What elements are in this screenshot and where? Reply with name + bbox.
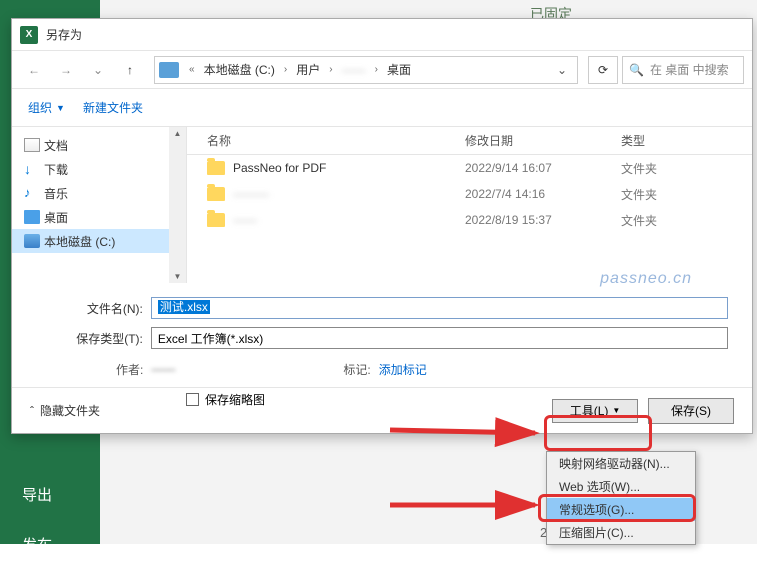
back-button[interactable]: ← bbox=[20, 56, 48, 84]
save-button[interactable]: 保存(S) bbox=[648, 398, 734, 424]
sidebar-item-desktop[interactable]: 桌面 bbox=[12, 205, 186, 229]
organize-button[interactable]: 组织 ▼ bbox=[28, 99, 65, 116]
nav-send[interactable]: 发布 bbox=[0, 520, 100, 569]
file-list: 名称 修改日期 类型 PassNeo for PDF 2022/9/14 16:… bbox=[187, 127, 752, 283]
chevron-icon[interactable]: › bbox=[280, 64, 291, 75]
bc-drive[interactable]: 本地磁盘 (C:) bbox=[201, 61, 278, 78]
col-type[interactable]: 类型 bbox=[621, 132, 752, 149]
music-icon: ♪ bbox=[24, 186, 40, 200]
bc-desktop[interactable]: 桌面 bbox=[384, 61, 414, 78]
search-icon: 🔍 bbox=[629, 63, 644, 77]
excel-icon: X bbox=[20, 26, 38, 44]
add-tag-link[interactable]: 添加标记 bbox=[379, 361, 427, 378]
chevron-icon[interactable]: › bbox=[325, 64, 336, 75]
sidebar-scrollbar[interactable]: ▲▼ bbox=[169, 127, 186, 283]
col-date[interactable]: 修改日期 bbox=[465, 132, 621, 149]
desktop-icon bbox=[24, 210, 40, 224]
breadcrumb-dropdown[interactable]: ⌄ bbox=[551, 63, 573, 77]
menu-web-options[interactable]: Web 选项(W)... bbox=[547, 475, 695, 498]
nav-export[interactable]: 导出 bbox=[0, 470, 100, 519]
tag-label: 标记: bbox=[343, 361, 370, 378]
sidebar-item-music[interactable]: ♪音乐 bbox=[12, 181, 186, 205]
author-label: 作者: bbox=[116, 361, 143, 378]
filename-label: 文件名(N): bbox=[36, 300, 143, 317]
folder-icon bbox=[207, 161, 225, 175]
menu-compress-pictures[interactable]: 压缩图片(C)... bbox=[547, 521, 695, 544]
col-name[interactable]: 名称 bbox=[187, 132, 465, 149]
tools-button[interactable]: 工具(L) ▼ bbox=[552, 399, 638, 423]
bc-users[interactable]: 用户 bbox=[293, 61, 323, 78]
search-placeholder: 在 桌面 中搜索 bbox=[650, 61, 729, 78]
bc-user-blur[interactable]: —— bbox=[339, 63, 369, 77]
menu-general-options[interactable]: 常规选项(G)... bbox=[547, 498, 695, 521]
sidebar-item-downloads[interactable]: ↓下载 bbox=[12, 157, 186, 181]
drive-icon bbox=[159, 62, 179, 78]
titlebar: X 另存为 bbox=[12, 19, 752, 51]
hide-folders-toggle[interactable]: ˆ隐藏文件夹 bbox=[30, 402, 100, 419]
document-icon bbox=[24, 138, 40, 152]
tools-dropdown: 映射网络驱动器(N)... Web 选项(W)... 常规选项(G)... 压缩… bbox=[546, 451, 696, 545]
search-input[interactable]: 🔍 在 桌面 中搜索 bbox=[622, 56, 744, 84]
navbar: ← → ⌄ ↑ « 本地磁盘 (C:) › 用户 › —— › 桌面 ⌄ ⟳ 🔍… bbox=[12, 51, 752, 89]
save-as-dialog: X 另存为 ← → ⌄ ↑ « 本地磁盘 (C:) › 用户 › —— › 桌面… bbox=[11, 18, 753, 434]
filetype-select[interactable]: Excel 工作簿(*.xlsx) bbox=[151, 327, 728, 349]
file-row[interactable]: —— 2022/8/19 15:37 文件夹 bbox=[187, 207, 752, 233]
chevron-icon[interactable]: › bbox=[371, 64, 382, 75]
toolbar: 组织 ▼ 新建文件夹 bbox=[12, 89, 752, 127]
download-icon: ↓ bbox=[24, 162, 40, 176]
filename-input[interactable]: 测试.xlsx bbox=[151, 297, 728, 319]
filetype-label: 保存类型(T): bbox=[36, 330, 143, 347]
new-folder-button[interactable]: 新建文件夹 bbox=[83, 99, 143, 116]
sidebar-item-drive-c[interactable]: 本地磁盘 (C:) bbox=[12, 229, 186, 253]
up-button[interactable]: ↑ bbox=[116, 56, 144, 84]
folder-icon bbox=[207, 187, 225, 201]
breadcrumb[interactable]: « 本地磁盘 (C:) › 用户 › —— › 桌面 ⌄ bbox=[154, 56, 578, 84]
collapse-icon: ˆ bbox=[30, 404, 34, 418]
forward-button: → bbox=[52, 56, 80, 84]
sidebar-item-documents[interactable]: 文档 bbox=[12, 133, 186, 157]
refresh-button[interactable]: ⟳ bbox=[588, 56, 618, 84]
drive-icon bbox=[24, 234, 40, 248]
recent-dropdown[interactable]: ⌄ bbox=[84, 56, 112, 84]
menu-map-drive[interactable]: 映射网络驱动器(N)... bbox=[547, 452, 695, 475]
scroll-up-icon[interactable]: ▲ bbox=[174, 129, 182, 138]
scroll-down-icon[interactable]: ▼ bbox=[174, 272, 182, 281]
chevron-icon[interactable]: « bbox=[185, 64, 199, 75]
chevron-down-icon: ▼ bbox=[56, 103, 65, 113]
file-row[interactable]: PassNeo for PDF 2022/9/14 16:07 文件夹 bbox=[187, 155, 752, 181]
dialog-title: 另存为 bbox=[46, 26, 82, 43]
file-row[interactable]: ——— 2022/7/4 14:16 文件夹 bbox=[187, 181, 752, 207]
dialog-footer: ˆ隐藏文件夹 工具(L) ▼ 保存(S) bbox=[12, 387, 752, 433]
folder-icon bbox=[207, 213, 225, 227]
folder-tree: 文档 ↓下载 ♪音乐 桌面 本地磁盘 (C:) ▲▼ bbox=[12, 127, 187, 283]
chevron-down-icon: ▼ bbox=[612, 406, 620, 415]
author-value[interactable]: —— bbox=[151, 362, 175, 376]
file-list-header: 名称 修改日期 类型 bbox=[187, 127, 752, 155]
